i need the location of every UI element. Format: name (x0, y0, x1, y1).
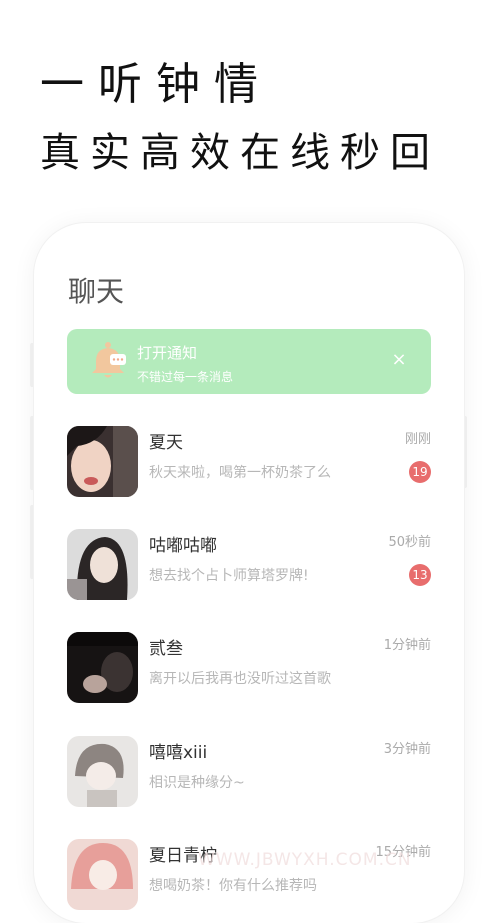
chat-time: 1分钟前 (383, 638, 431, 653)
unread-badge: 19 (409, 461, 431, 483)
notification-subtitle: 不错过每一条消息 (137, 370, 234, 384)
chat-name: 嘻嘻xiii (149, 743, 208, 763)
avatar (67, 736, 138, 807)
chat-message: 想喝奶茶！你有什么推荐吗 (149, 878, 317, 894)
chat-list-item[interactable]: 贰叁 离开以后我再也没听过这首歌 1分钟前 (67, 632, 431, 704)
chat-name: 咕嘟咕嘟 (149, 536, 217, 556)
watermark: WWW.JBWYXH.COM.CN (198, 850, 412, 870)
chat-message: 秋天来啦，喝第一杯奶茶了么 (149, 465, 331, 481)
chat-name: 贰叁 (149, 639, 183, 659)
hero-headline: 一听钟情 (40, 59, 272, 110)
chat-time: 3分钟前 (383, 742, 431, 757)
chat-name: 夏天 (149, 433, 183, 453)
bell-icon (92, 342, 126, 378)
chat-list-item[interactable]: 嘻嘻xiii 相识是种缘分~ 3分钟前 (67, 736, 431, 808)
chat-time: 刚刚 (404, 432, 431, 447)
hero-subheadline: 真实高效在线秒回 (40, 130, 440, 176)
notification-title: 打开通知 (137, 344, 198, 362)
avatar (67, 529, 138, 600)
chat-message: 想去找个占卜师算塔罗牌! (149, 568, 309, 584)
chat-message: 离开以后我再也没听过这首歌 (149, 671, 331, 687)
avatar (67, 839, 138, 910)
close-icon[interactable]: × (389, 350, 409, 370)
avatar (67, 426, 138, 497)
chat-message: 相识是种缘分~ (149, 775, 245, 791)
chat-list-item[interactable]: 夏天 秋天来啦，喝第一杯奶茶了么 刚刚 19 (67, 426, 431, 498)
unread-badge: 13 (409, 564, 431, 586)
chat-list-item[interactable]: 咕嘟咕嘟 想去找个占卜师算塔罗牌! 50秒前 13 (67, 529, 431, 601)
avatar (67, 632, 138, 703)
chat-time: 50秒前 (388, 535, 431, 550)
page-title: 聊天 (68, 275, 125, 308)
